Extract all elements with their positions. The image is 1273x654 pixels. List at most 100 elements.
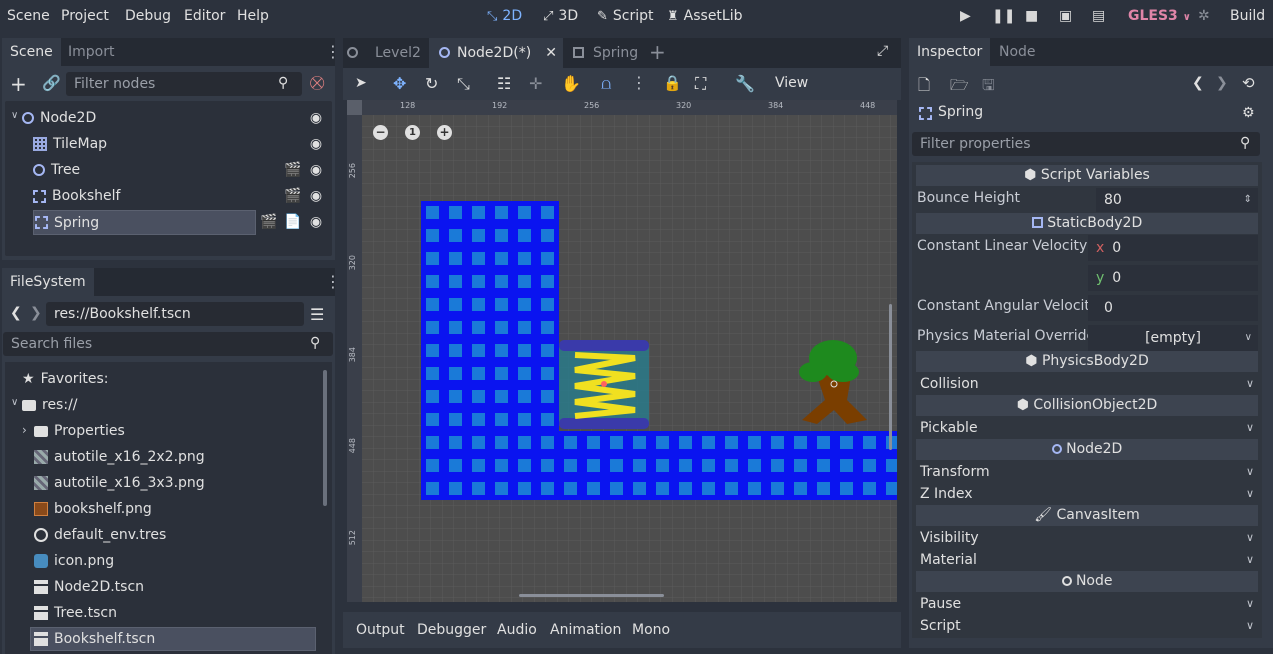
view-menu[interactable]: View — [775, 75, 808, 91]
tree-node-bookshelf[interactable]: Bookshelf — [33, 184, 120, 208]
group-collision[interactable]: Collision ∨ — [916, 373, 1258, 395]
mode-script-button[interactable]: ✎ Script — [597, 8, 654, 24]
menu-help[interactable]: Help — [237, 8, 269, 24]
link-icon[interactable]: 🔗 — [42, 74, 61, 92]
visibility-eye-icon[interactable]: ◉ — [308, 136, 324, 152]
group-visibility[interactable]: Visibility ∨ — [916, 527, 1258, 549]
scrollbar[interactable] — [323, 370, 327, 506]
menu-editor[interactable]: Editor — [184, 8, 225, 24]
updown-icon[interactable]: ⇕ — [1244, 188, 1252, 212]
move-tool-icon[interactable]: ✥ — [393, 74, 406, 93]
open-scene-icon[interactable]: 🎬 — [260, 214, 277, 230]
list-item[interactable]: Node2D.tscn — [34, 575, 144, 599]
mode-3d-button[interactable]: ⤢ 3D — [543, 8, 578, 24]
tab-audio[interactable]: Audio — [497, 622, 537, 638]
tree-node-tilemap[interactable]: TileMap — [33, 132, 107, 156]
menu-dots-icon[interactable]: ⋮ — [325, 44, 341, 60]
tab-spring[interactable]: Spring — [565, 38, 645, 68]
back-icon[interactable]: ❮ — [1192, 75, 1204, 91]
pivot-icon[interactable]: ✛ — [529, 74, 542, 93]
script-remove-icon[interactable]: ⛒ — [310, 75, 324, 91]
play-custom-scene-icon[interactable]: ▤ — [1092, 8, 1105, 24]
visibility-eye-icon[interactable]: ◉ — [308, 188, 324, 204]
mode-assetlib-button[interactable]: ♜ AssetLib — [667, 8, 743, 24]
select-tool-icon[interactable]: ➤ — [355, 75, 367, 91]
section-node2d[interactable]: Node2D — [916, 439, 1258, 460]
pan-icon[interactable]: ✋ — [561, 74, 581, 93]
close-icon[interactable]: ✕ — [545, 38, 557, 68]
skeleton-icon[interactable]: 🔧 — [735, 74, 755, 93]
mode-2d-button[interactable]: ⤡ 2D — [487, 8, 522, 24]
chevron-down-icon[interactable]: ∨ — [11, 397, 18, 408]
group-transform[interactable]: Transform ∨ — [916, 461, 1258, 483]
linear-velocity-x[interactable]: x0 — [1088, 235, 1258, 261]
angular-velocity-field[interactable]: 0 — [1088, 295, 1258, 321]
tab-mono[interactable]: Mono — [632, 622, 670, 638]
tree-node-spring[interactable]: Spring — [33, 210, 256, 235]
lock-icon[interactable]: 🔒 — [663, 74, 682, 92]
menu-debug[interactable]: Debug — [125, 8, 171, 24]
section-script-variables[interactable]: ⬢ Script Variables — [916, 165, 1258, 186]
tree-node-tree[interactable]: Tree — [33, 158, 80, 182]
tab-scene[interactable]: Scene — [2, 38, 61, 66]
zoom-out-button[interactable]: − — [373, 125, 388, 140]
menu-dots-icon[interactable]: ⋮ — [631, 73, 647, 92]
section-staticbody2d[interactable]: StaticBody2D — [916, 213, 1258, 234]
chevron-down-icon[interactable]: ∨ — [11, 110, 18, 121]
list-item-favorites[interactable]: ★ Favorites: — [22, 367, 109, 391]
renderer-select[interactable]: GLES3 ∨ — [1128, 8, 1191, 24]
build-button[interactable]: Build — [1230, 8, 1265, 24]
list-item-selected[interactable]: Bookshelf.tscn — [30, 627, 316, 651]
list-view-icon[interactable]: ☰ — [310, 305, 324, 324]
back-icon[interactable]: ❮ — [10, 305, 22, 321]
zoom-reset-button[interactable]: 1 — [405, 125, 420, 140]
menu-dots-icon[interactable]: ⋮ — [325, 274, 341, 290]
tab-inspector[interactable]: Inspector — [909, 38, 991, 66]
filter-nodes-input[interactable]: Filter nodes — [66, 72, 302, 96]
play-icon[interactable]: ▶ — [960, 8, 971, 24]
chevron-right-icon[interactable]: › — [22, 423, 27, 437]
save-icon[interactable]: 🖫 — [982, 75, 995, 100]
linear-velocity-y[interactable]: y0 — [1088, 265, 1258, 291]
tab-node[interactable]: Node — [991, 38, 1044, 66]
section-node[interactable]: Node — [916, 571, 1258, 592]
bounce-height-spinbox[interactable]: 80 ⇕ — [1096, 188, 1258, 212]
stop-icon[interactable]: ■ — [1025, 8, 1038, 24]
section-canvasitem[interactable]: 🖌 CanvasItem — [916, 505, 1258, 526]
open-folder-icon[interactable]: 🗁 — [950, 75, 969, 100]
scale-tool-icon[interactable]: ⤡ — [457, 74, 470, 94]
new-resource-icon[interactable]: 🗋 — [918, 75, 930, 100]
list-item-res[interactable]: res:// — [22, 393, 78, 417]
visibility-eye-icon[interactable]: ◉ — [308, 162, 324, 178]
play-scene-icon[interactable]: ▣ — [1059, 8, 1072, 24]
list-item[interactable]: default_env.tres — [34, 523, 166, 547]
menu-scene[interactable]: Scene — [7, 8, 50, 24]
tab-import[interactable]: Import — [60, 38, 122, 66]
tab-level2[interactable]: Level2 — [347, 38, 429, 68]
pause-icon[interactable]: ❚❚ — [992, 8, 1015, 24]
search-files-input[interactable]: Search files — [3, 332, 333, 356]
open-scene-icon[interactable]: 🎬 — [284, 188, 301, 204]
section-collisionobject2d[interactable]: ⬢ CollisionObject2D — [916, 395, 1258, 416]
add-node-icon[interactable]: + — [10, 72, 27, 96]
list-item[interactable]: bookshelf.png — [34, 497, 152, 521]
object-tools-icon[interactable]: ⚙ — [1242, 105, 1255, 121]
menu-project[interactable]: Project — [61, 8, 109, 24]
tree-node-node2d[interactable]: Node2D — [22, 106, 96, 130]
history-icon[interactable]: ⟲ — [1242, 74, 1255, 92]
open-scene-icon[interactable]: 🎬 — [284, 162, 301, 178]
section-physicsbody2d[interactable]: ⬢ PhysicsBody2D — [916, 351, 1258, 372]
visibility-eye-icon[interactable]: ◉ — [308, 214, 324, 230]
rotate-tool-icon[interactable]: ↻ — [425, 74, 438, 93]
fullscreen-icon[interactable]: ⤢ — [877, 43, 888, 59]
list-select-icon[interactable]: ☷ — [497, 74, 511, 93]
tab-output[interactable]: Output — [356, 622, 405, 638]
physics-material-picker[interactable]: [empty] ∨ — [1088, 325, 1258, 351]
list-item[interactable]: Tree.tscn — [34, 601, 117, 625]
forward-icon[interactable]: ❯ — [1216, 75, 1228, 91]
zoom-in-button[interactable]: + — [437, 125, 452, 140]
group-z-index[interactable]: Z Index ∨ — [916, 483, 1258, 505]
list-item[interactable]: autotile_x16_2x2.png — [34, 445, 205, 469]
script-icon[interactable]: 📄 — [284, 214, 301, 230]
tab-filesystem[interactable]: FileSystem — [2, 268, 94, 296]
